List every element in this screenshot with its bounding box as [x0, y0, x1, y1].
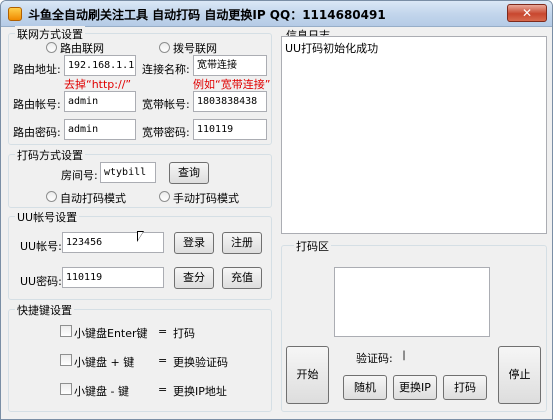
uu-password-field[interactable]: 110119: [62, 267, 164, 288]
uu-account-label: UU帐号:: [20, 240, 62, 253]
auto-captcha-label: 自动打码模式: [60, 192, 126, 205]
hotkey-plus-separator: =: [158, 354, 168, 367]
manual-captcha-radio[interactable]: [159, 191, 170, 202]
hotkey-enter-separator: =: [158, 325, 168, 338]
captcha-mode-legend: 打码方式设置: [15, 147, 85, 163]
uu-recharge-button[interactable]: 充值: [222, 267, 262, 289]
manual-captcha-label: 手动打码模式: [173, 192, 239, 205]
query-button[interactable]: 查询: [169, 162, 209, 184]
start-button[interactable]: 开始: [286, 346, 329, 404]
captcha-code-label: 验证码:: [356, 352, 393, 365]
auto-captcha-radio[interactable]: [46, 191, 57, 202]
hotkey-minus-separator: =: [158, 383, 168, 396]
router-mode-radio[interactable]: [46, 42, 57, 53]
router-account-label: 路由帐号:: [13, 98, 61, 111]
random-button[interactable]: 随机: [343, 375, 387, 400]
client-area: 联网方式设置 路由联网 拨号联网 路由地址: 192.168.1.1 连接名称:…: [6, 26, 549, 416]
captcha-image-box: [334, 267, 490, 337]
uu-account-legend: UU帐号设置: [15, 209, 80, 225]
router-password-label: 路由密码:: [13, 126, 61, 139]
connection-name-label: 连接名称:: [142, 63, 190, 76]
title-bar[interactable]: 斗鱼全自动刷关注工具 自动打码 自动更换IP QQ：1114680491 ✕: [1, 1, 552, 27]
hotkey-enter-checkbox[interactable]: [60, 325, 72, 337]
change-ip-button[interactable]: 更换IP: [393, 375, 437, 400]
connection-name-field[interactable]: 宽带连接: [193, 55, 267, 76]
hotkey-enter-key: 小键盘Enter键: [74, 327, 148, 340]
window-title: 斗鱼全自动刷关注工具 自动打码 自动更换IP QQ：1114680491: [28, 8, 386, 22]
uu-password-label: UU密码:: [20, 275, 62, 288]
hotkey-minus-action: 更换IP地址: [173, 385, 227, 398]
uu-check-balance-button[interactable]: 查分: [174, 267, 214, 289]
router-account-field[interactable]: admin: [64, 91, 136, 112]
hotkey-plus-checkbox[interactable]: [60, 354, 72, 366]
dialup-mode-radio[interactable]: [159, 42, 170, 53]
hotkey-enter-action: 打码: [173, 327, 195, 340]
router-mode-label: 路由联网: [60, 42, 104, 55]
hotkey-legend: 快捷键设置: [15, 302, 74, 318]
mouse-cursor-icon: [137, 231, 144, 242]
hotkey-minus-checkbox[interactable]: [60, 383, 72, 395]
broadband-password-field[interactable]: 110119: [193, 119, 267, 140]
log-line: UU打码初始化成功: [285, 42, 379, 55]
broadband-password-label: 宽带密码:: [142, 126, 190, 139]
hotkey-plus-action: 更换验证码: [173, 356, 228, 369]
router-address-label: 路由地址:: [13, 63, 61, 76]
submit-captcha-button[interactable]: 打码: [443, 375, 487, 400]
uu-register-button[interactable]: 注册: [222, 232, 262, 254]
uu-login-button[interactable]: 登录: [174, 232, 214, 254]
app-icon: [8, 7, 22, 21]
router-address-field[interactable]: 192.168.1.1: [64, 55, 136, 76]
dialup-mode-label: 拨号联网: [173, 42, 217, 55]
uu-account-field[interactable]: 123456: [62, 232, 164, 253]
captcha-code-field[interactable]: |: [398, 346, 490, 366]
hotkey-minus-key: 小键盘 - 键: [74, 385, 129, 398]
captcha-area-legend: 打码区: [294, 238, 331, 254]
broadband-account-label: 宽带帐号:: [142, 98, 190, 111]
hotkey-plus-key: 小键盘 + 键: [74, 356, 135, 369]
connection-name-hint: 例如“宽带连接”: [193, 78, 271, 91]
room-number-field[interactable]: wtybill: [100, 162, 156, 183]
stop-button[interactable]: 停止: [498, 346, 541, 404]
router-password-field[interactable]: admin: [64, 119, 136, 140]
app-window: 斗鱼全自动刷关注工具 自动打码 自动更换IP QQ：1114680491 ✕ 联…: [0, 0, 553, 420]
room-number-label: 房间号:: [61, 169, 98, 182]
info-log-box[interactable]: UU打码初始化成功: [281, 36, 547, 234]
close-button[interactable]: ✕: [507, 4, 547, 22]
router-address-hint: 去掉“http://”: [64, 78, 132, 91]
broadband-account-field[interactable]: 1803838438: [193, 91, 267, 112]
